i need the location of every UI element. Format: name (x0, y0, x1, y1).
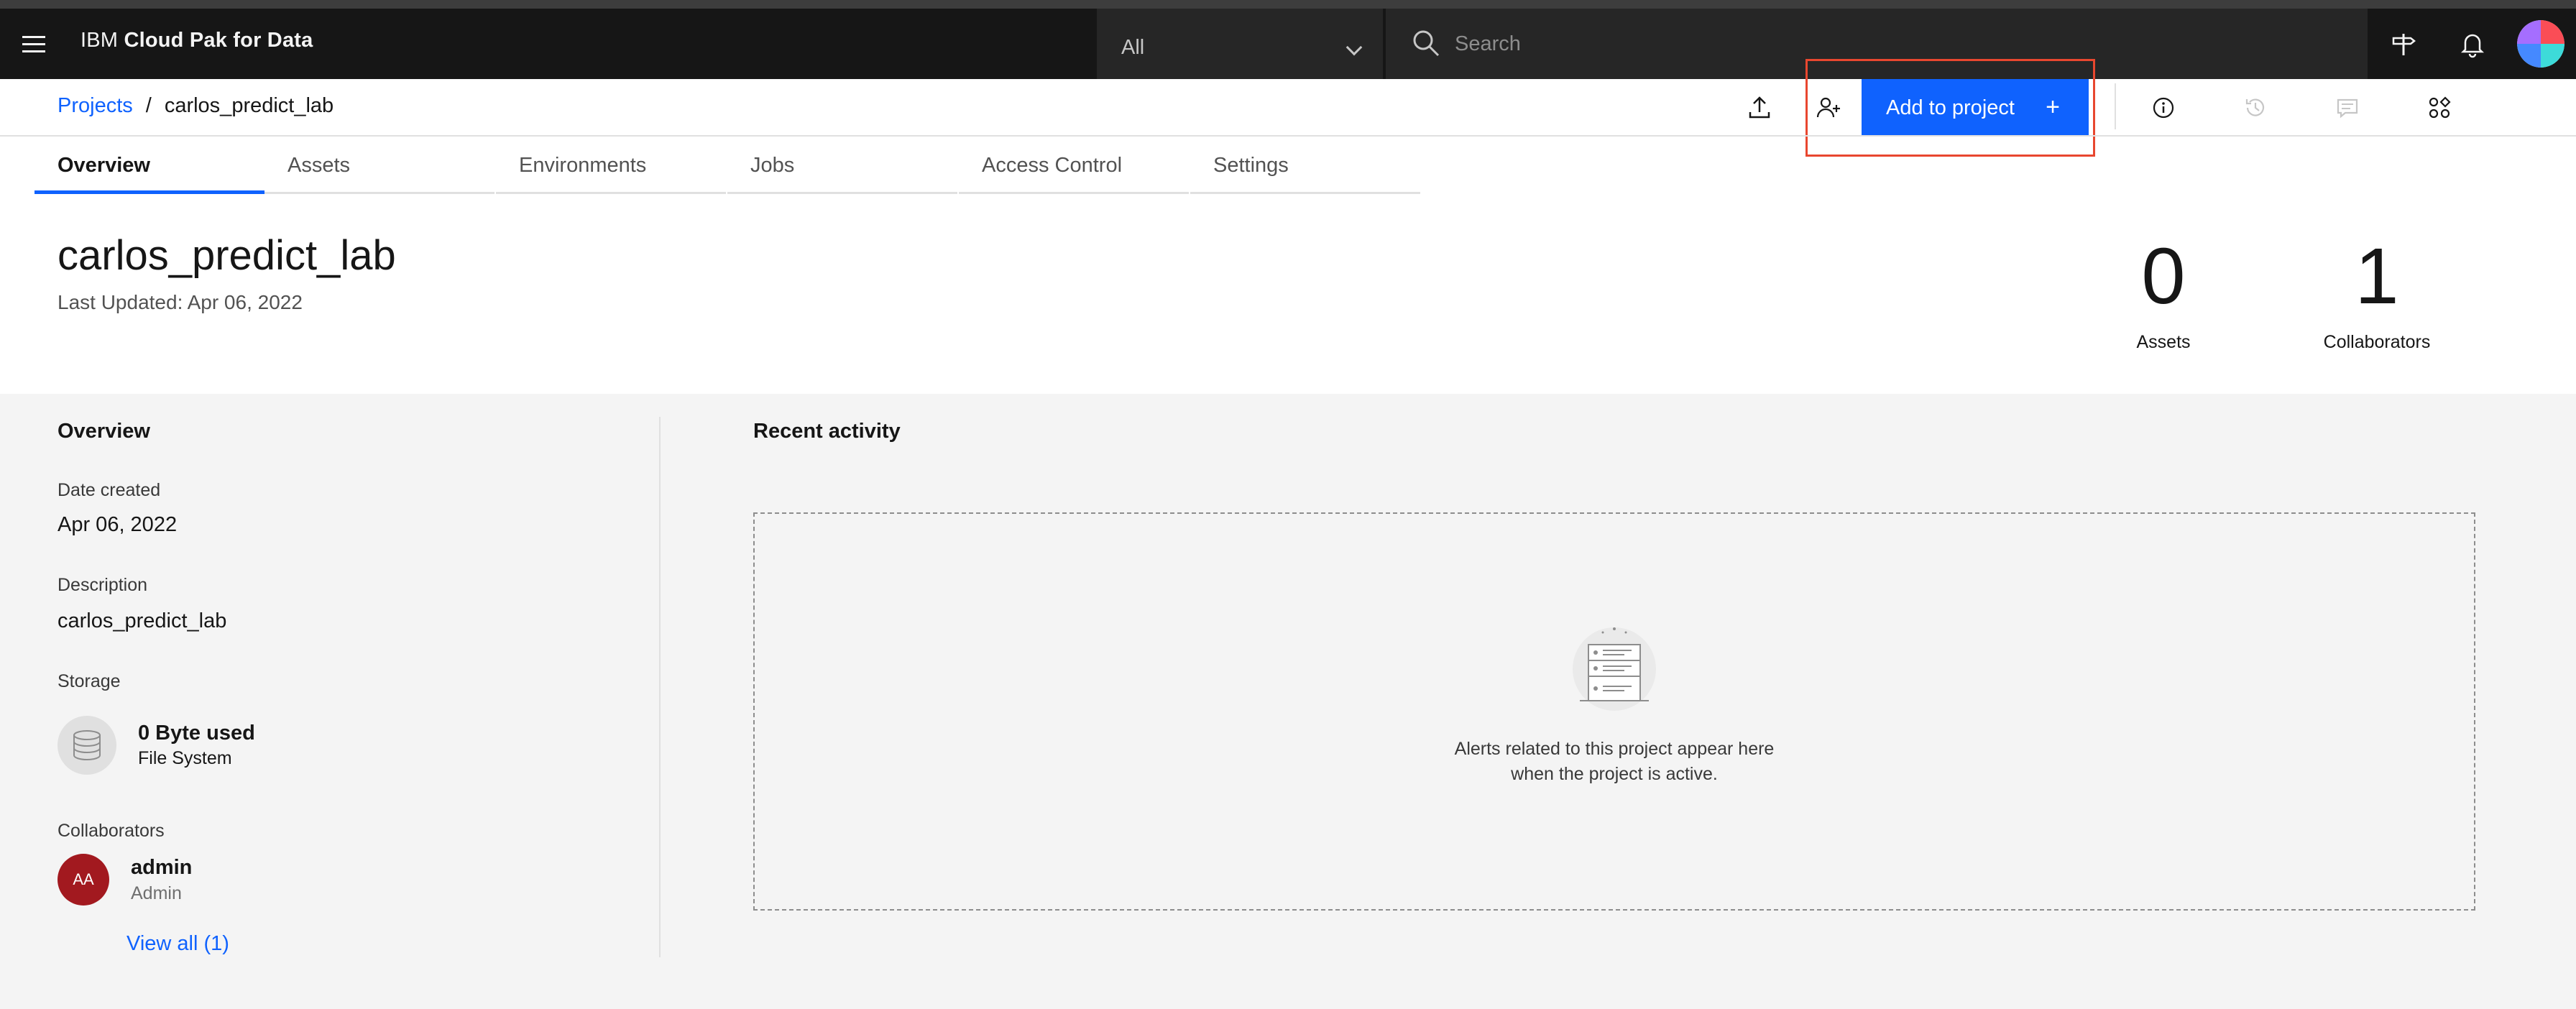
storage-label: Storage (58, 671, 121, 691)
collaborators-count: 1 (2355, 232, 2399, 321)
breadcrumb-projects-link[interactable]: Projects (58, 94, 133, 117)
database-icon (58, 716, 116, 775)
product-name[interactable]: IBM Cloud Pak for Data (80, 29, 313, 52)
avatar: AA (58, 854, 109, 906)
tab-overview[interactable]: Overview (34, 144, 264, 194)
collaborator-role: Admin (131, 883, 182, 903)
date-created-value: Apr 06, 2022 (58, 513, 178, 536)
empty-activity-illustration-icon (1573, 627, 1656, 711)
assets-count-label: Assets (2136, 332, 2191, 352)
empty-activity-message: Alerts related to this project appear he… (755, 737, 2474, 787)
collaborator-name: admin (131, 856, 193, 879)
settings-panel-icon[interactable] (2418, 86, 2461, 129)
brand-name: Cloud Pak for Data (124, 29, 313, 52)
tab-settings[interactable]: Settings (1190, 144, 1420, 194)
search-icon (1413, 30, 1440, 57)
assets-count-stat: 0 Assets (2084, 230, 2242, 353)
collaborators-count-stat: 1 Collaborators (2298, 230, 2456, 353)
add-icon: + (2046, 93, 2060, 121)
storage-type: File System (138, 748, 232, 768)
search-scope-dropdown[interactable]: All (1097, 9, 1384, 79)
tab-assets[interactable]: Assets (264, 144, 494, 194)
add-to-project-label: Add to project (1886, 96, 2015, 119)
toolbar-divider (2115, 83, 2116, 129)
tab-jobs[interactable]: Jobs (727, 144, 957, 194)
breadcrumb-current: carlos_predict_lab (164, 94, 334, 117)
empty-activity-line-2: when the project is active. (1511, 764, 1718, 784)
signpost-icon[interactable] (2369, 9, 2438, 79)
app-header: IBM Cloud Pak for Data All (0, 0, 2576, 79)
description-label: Description (58, 575, 148, 595)
add-collaborator-icon[interactable] (1807, 86, 1850, 129)
notification-bell-icon[interactable] (2438, 9, 2507, 79)
recent-activity-heading: Recent activity (753, 420, 901, 443)
date-created-label: Date created (58, 480, 161, 500)
comment-icon[interactable] (2326, 86, 2369, 129)
project-tabs: Overview Assets Environments Jobs Access… (34, 144, 1422, 194)
storage-used: 0 Byte used (138, 722, 255, 745)
user-avatar[interactable] (2517, 20, 2564, 68)
breadcrumb: Projects / carlos_predict_lab (58, 94, 334, 118)
history-icon[interactable] (2234, 86, 2277, 129)
upload-icon[interactable] (1738, 86, 1781, 129)
toolbar-bottom-divider (0, 135, 2576, 137)
menu-icon[interactable] (13, 23, 55, 65)
search-input[interactable] (1455, 27, 2346, 60)
view-all-collaborators-link[interactable]: View all (1) (126, 932, 229, 956)
empty-activity-line-1: Alerts related to this project appear he… (1454, 739, 1775, 759)
information-icon[interactable] (2142, 86, 2185, 129)
tab-access-control[interactable]: Access Control (959, 144, 1189, 194)
collaborators-label: Collaborators (58, 821, 165, 841)
assets-count: 0 (2141, 232, 2186, 321)
global-search[interactable] (1386, 9, 2368, 79)
tab-environments[interactable]: Environments (496, 144, 726, 194)
recent-activity-empty-state: Alerts related to this project appear he… (753, 512, 2475, 911)
window-top-bar (0, 0, 2576, 9)
page-title: carlos_predict_lab (58, 232, 396, 279)
description-value: carlos_predict_lab (58, 609, 227, 632)
last-updated: Last Updated: Apr 06, 2022 (58, 291, 303, 313)
panel-divider (659, 417, 661, 957)
add-to-project-button[interactable]: Add to project + (1862, 79, 2089, 137)
chevron-down-icon (1346, 39, 1363, 56)
search-scope-value: All (1121, 36, 1145, 59)
brand-prefix: IBM (80, 29, 119, 52)
collaborators-count-label: Collaborators (2323, 332, 2431, 352)
overview-heading: Overview (58, 420, 150, 443)
breadcrumb-separator: / (145, 94, 152, 117)
